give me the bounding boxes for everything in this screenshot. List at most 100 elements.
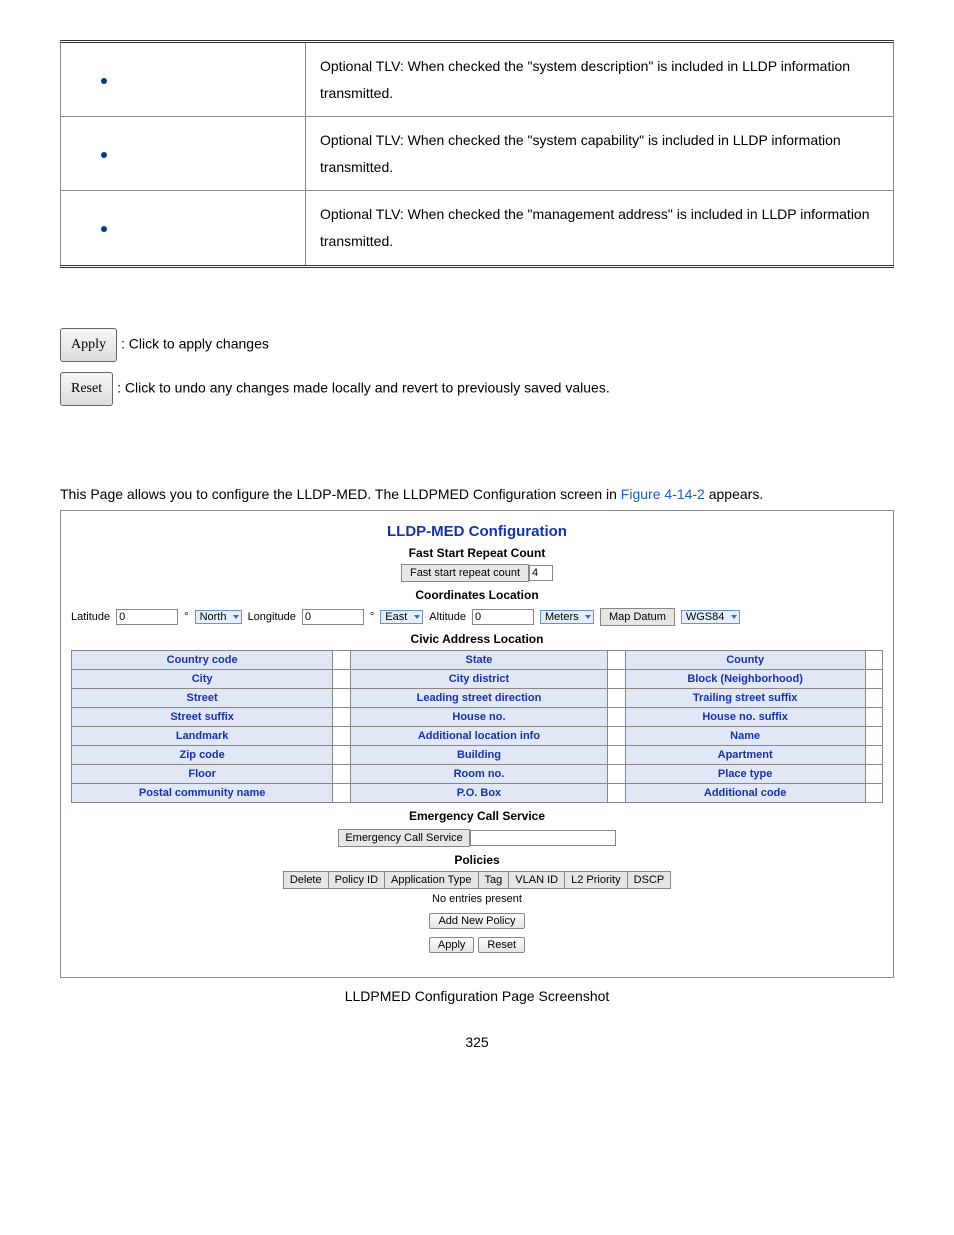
civic-field-input[interactable] — [333, 783, 350, 802]
apply-desc: : Click to apply changes — [121, 335, 269, 351]
config-screenshot: LLDP-MED Configuration Fast Start Repeat… — [60, 510, 894, 979]
page-number: 325 — [60, 1034, 894, 1050]
civic-field-input[interactable] — [333, 764, 350, 783]
policies-col-header: L2 Priority — [565, 872, 628, 889]
civic-field-input[interactable] — [333, 745, 350, 764]
civic-field-label: House no. suffix — [625, 707, 865, 726]
civic-field-input[interactable] — [608, 650, 625, 669]
civic-field-input[interactable] — [608, 669, 625, 688]
figure-ref-link[interactable]: Figure 4-14-2 — [621, 486, 705, 502]
intro-lead: This Page allows you to configure the LL… — [60, 486, 621, 502]
civic-field-label: Postal community name — [72, 783, 333, 802]
coordinates-sub: Coordinates Location — [71, 588, 883, 602]
reset-button[interactable]: Reset — [60, 372, 113, 406]
civic-field-input[interactable] — [333, 688, 350, 707]
civic-field-input[interactable] — [333, 669, 350, 688]
bullet-cell — [61, 117, 306, 191]
civic-field-label: Room no. — [350, 764, 608, 783]
fast-start-label: Fast start repeat count — [401, 564, 529, 582]
civic-field-label: Trailing street suffix — [625, 688, 865, 707]
bullet-icon — [101, 152, 107, 158]
coordinates-row: Latitude ° North Longitude ° East Altitu… — [71, 608, 883, 626]
civic-field-label: City district — [350, 669, 608, 688]
civic-field-input[interactable] — [865, 783, 882, 802]
civic-table: Country codeStateCountyCityCity district… — [71, 650, 883, 803]
civic-field-input[interactable] — [865, 764, 882, 783]
civic-field-label: Street — [72, 688, 333, 707]
degree-icon: ° — [370, 611, 374, 623]
bullet-cell — [61, 191, 306, 266]
add-policy-button[interactable]: Add New Policy — [429, 913, 524, 929]
civic-field-label: Place type — [625, 764, 865, 783]
civic-field-input[interactable] — [333, 707, 350, 726]
shot-reset-button[interactable]: Reset — [478, 937, 525, 953]
apply-desc-row: Apply: Click to apply changes — [60, 328, 894, 362]
civic-field-input[interactable] — [333, 726, 350, 745]
ecs-label: Emergency Call Service — [338, 829, 469, 847]
latitude-dir-select[interactable]: North — [195, 610, 242, 624]
fast-start-input[interactable] — [529, 565, 553, 581]
policies-sub: Policies — [71, 853, 883, 867]
civic-field-input[interactable] — [865, 707, 882, 726]
civic-field-input[interactable] — [865, 726, 882, 745]
civic-field-input[interactable] — [608, 783, 625, 802]
policies-col-header: Application Type — [385, 872, 479, 889]
policies-col-header: Delete — [283, 872, 328, 889]
reset-desc-row: Reset: Click to undo any changes made lo… — [60, 372, 894, 406]
fast-start-sub: Fast Start Repeat Count — [71, 546, 883, 560]
civic-field-label: Apartment — [625, 745, 865, 764]
civic-field-label: Additional location info — [350, 726, 608, 745]
civic-field-input[interactable] — [608, 707, 625, 726]
civic-field-label: City — [72, 669, 333, 688]
ecs-input[interactable] — [470, 830, 616, 846]
tlv-table: Optional TLV: When checked the "system d… — [60, 40, 894, 268]
civic-field-input[interactable] — [865, 669, 882, 688]
tlv-desc: Optional TLV: When checked the "manageme… — [306, 191, 894, 266]
shot-apply-button[interactable]: Apply — [429, 937, 475, 953]
civic-field-label: House no. — [350, 707, 608, 726]
map-datum-select[interactable]: WGS84 — [681, 610, 740, 624]
civic-field-input[interactable] — [865, 650, 882, 669]
civic-field-input[interactable] — [608, 745, 625, 764]
degree-icon: ° — [184, 611, 188, 623]
tlv-desc: Optional TLV: When checked the "system c… — [306, 117, 894, 191]
policies-col-header: Tag — [478, 872, 509, 889]
longitude-input[interactable] — [302, 609, 364, 625]
policies-col-header: VLAN ID — [509, 872, 565, 889]
civic-field-label: Zip code — [72, 745, 333, 764]
altitude-input[interactable] — [472, 609, 534, 625]
policies-col-header: Policy ID — [328, 872, 384, 889]
policies-col-header: DSCP — [627, 872, 671, 889]
altitude-unit-select[interactable]: Meters — [540, 610, 594, 624]
civic-field-input[interactable] — [608, 726, 625, 745]
reset-desc: : Click to undo any changes made locally… — [117, 379, 610, 395]
civic-field-input[interactable] — [865, 688, 882, 707]
apply-button[interactable]: Apply — [60, 328, 117, 362]
civic-field-label: P.O. Box — [350, 783, 608, 802]
civic-field-input[interactable] — [333, 650, 350, 669]
civic-field-label: State — [350, 650, 608, 669]
civic-field-label: Building — [350, 745, 608, 764]
civic-field-label: Name — [625, 726, 865, 745]
intro-text: This Page allows you to configure the LL… — [60, 486, 894, 502]
shot-title: LLDP-MED Configuration — [71, 523, 883, 540]
bullet-icon — [101, 78, 107, 84]
civic-field-input[interactable] — [608, 688, 625, 707]
civic-field-label: Block (Neighborhood) — [625, 669, 865, 688]
figure-caption: LLDPMED Configuration Page Screenshot — [60, 988, 894, 1004]
ecs-sub: Emergency Call Service — [71, 809, 883, 823]
policies-table: DeletePolicy IDApplication TypeTagVLAN I… — [283, 871, 671, 889]
altitude-label: Altitude — [429, 611, 466, 623]
civic-field-label: Leading street direction — [350, 688, 608, 707]
latitude-input[interactable] — [116, 609, 178, 625]
civic-field-input[interactable] — [608, 764, 625, 783]
civic-field-label: Additional code — [625, 783, 865, 802]
bullet-icon — [101, 226, 107, 232]
civic-field-input[interactable] — [865, 745, 882, 764]
latitude-label: Latitude — [71, 611, 110, 623]
civic-field-label: Street suffix — [72, 707, 333, 726]
civic-field-label: County — [625, 650, 865, 669]
longitude-dir-select[interactable]: East — [380, 610, 423, 624]
longitude-label: Longitude — [248, 611, 296, 623]
intro-tail: appears. — [705, 486, 763, 502]
